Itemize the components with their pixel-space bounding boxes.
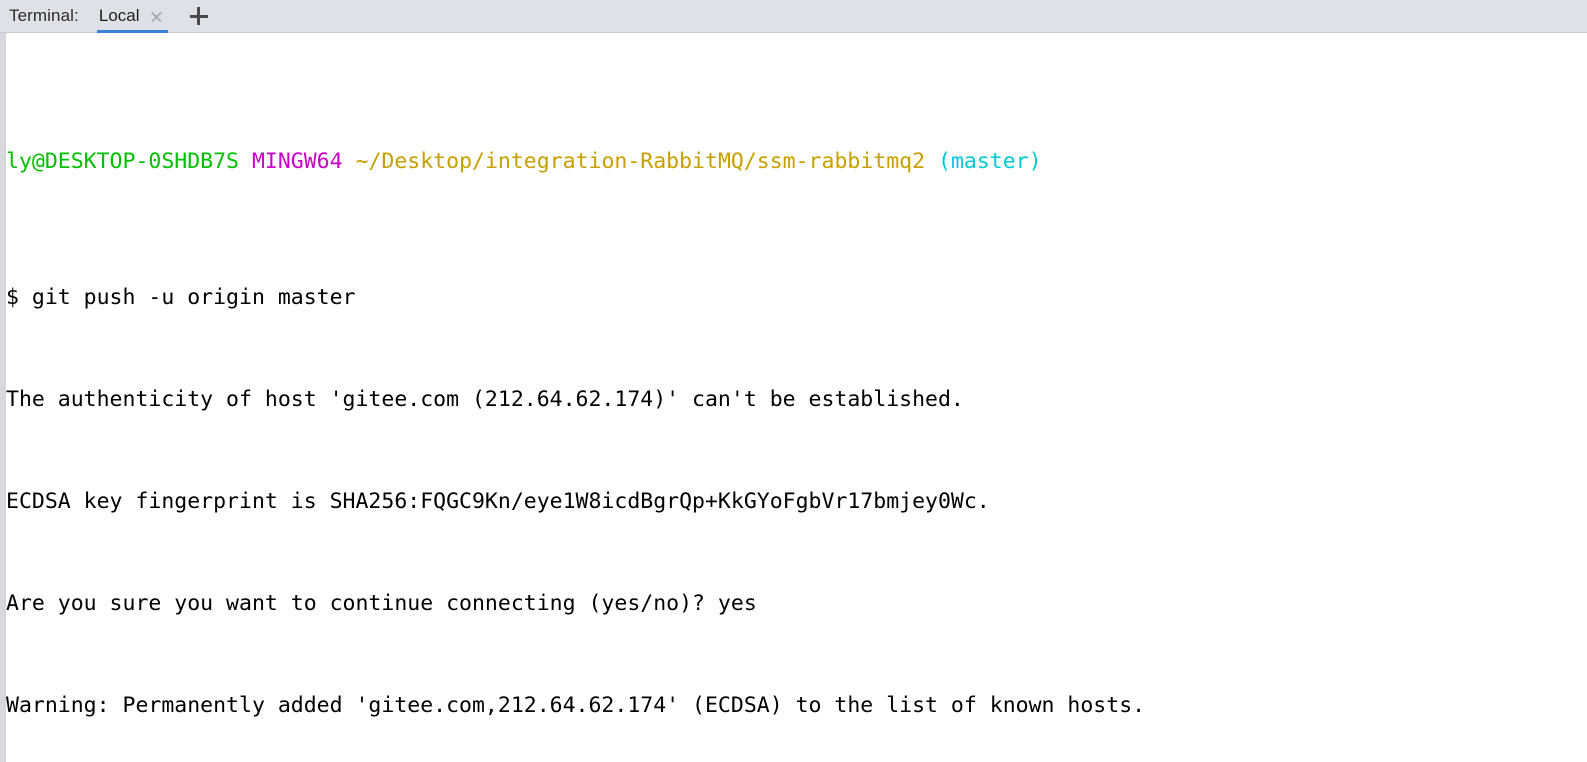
command-line-1: $ git push -u origin master — [6, 285, 356, 310]
output-fingerprint: ECDSA key fingerprint is SHA256:FQGC9Kn/… — [6, 489, 990, 514]
terminal-gutter-shade — [0, 33, 5, 762]
terminal-tab-bar: Terminal: Local — [0, 0, 1587, 33]
output-warning: Warning: Permanently added 'gitee.com,21… — [6, 693, 1146, 718]
prompt-branch: (master) — [938, 149, 1042, 174]
terminal-tool-label: Terminal: — [9, 6, 79, 25]
prompt-shell: MINGW64 — [251, 149, 343, 174]
tab-local[interactable]: Local — [93, 0, 172, 33]
close-icon[interactable] — [149, 9, 164, 24]
prompt-line: ly@DESKTOP-0SHDB7S MINGW64 ~/Desktop/int… — [6, 145, 1587, 179]
terminal-panel[interactable]: ly@DESKTOP-0SHDB7S MINGW64 ~/Desktop/int… — [0, 33, 1587, 762]
add-tab-icon[interactable] — [186, 3, 212, 29]
output-authenticity: The authenticity of host 'gitee.com (212… — [6, 387, 964, 412]
tab-local-label: Local — [98, 6, 140, 25]
terminal-console-output[interactable]: ly@DESKTOP-0SHDB7S MINGW64 ~/Desktop/int… — [6, 33, 1587, 762]
prompt-user-host: ly@DESKTOP-0SHDB7S — [6, 149, 239, 174]
prompt-path: ~/Desktop/integration-RabbitMQ/ssm-rabbi… — [355, 149, 926, 174]
output-continue-prompt: Are you sure you want to continue connec… — [6, 591, 757, 616]
